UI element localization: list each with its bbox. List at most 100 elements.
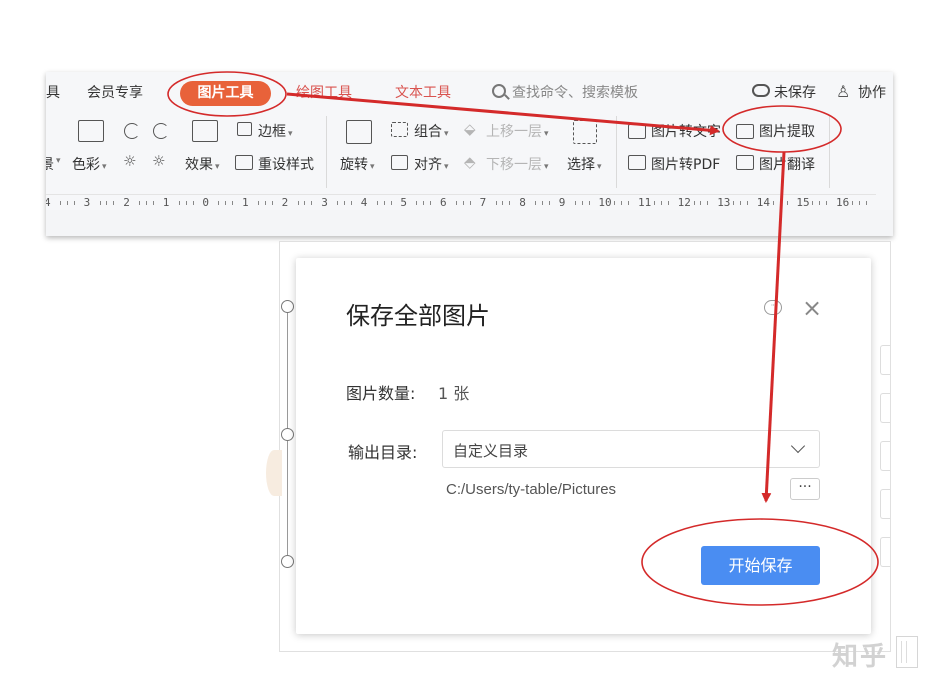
collaborate-button[interactable]: 协作: [858, 82, 886, 102]
close-icon[interactable]: ×: [802, 296, 822, 320]
toolbar-divider: [326, 116, 327, 188]
ruler-tick: [469, 201, 471, 205]
browse-button[interactable]: ···: [790, 478, 820, 500]
rotate-button[interactable]: 旋转 ▾: [340, 154, 375, 174]
ruler-tick: [851, 201, 853, 205]
side-tool-button[interactable]: [880, 345, 890, 375]
image-effects-icon: [192, 120, 218, 142]
rotate-left-icon[interactable]: [124, 123, 140, 139]
search-icon[interactable]: [492, 84, 506, 98]
resize-handle-top[interactable]: [281, 300, 294, 313]
group-button[interactable]: 组合 ▾: [414, 121, 449, 141]
ruler-label: 15: [796, 196, 810, 209]
send-backward-button[interactable]: 下移一层 ▾: [486, 154, 549, 174]
ruler-tick: [581, 201, 583, 205]
ruler-label: 6: [440, 196, 447, 209]
image-count-value: 1 张: [438, 384, 470, 403]
ruler-label: 1: [242, 196, 249, 209]
brightness-down-icon[interactable]: ☼: [152, 152, 165, 170]
ruler-tick: [574, 201, 576, 205]
ruler-label: 4: [46, 196, 51, 209]
rotate-right-icon[interactable]: [153, 123, 169, 139]
image-translate-button[interactable]: 图片翻译: [759, 154, 815, 174]
border-button[interactable]: 边框 ▾: [258, 121, 293, 141]
image-extract-button[interactable]: 图片提取: [759, 121, 815, 141]
side-tool-button[interactable]: [880, 441, 890, 471]
start-save-button[interactable]: 开始保存: [701, 546, 820, 585]
ruler-label: 9: [558, 196, 566, 209]
ribbon-window: 具 会员专享 图片工具 绘图工具 文本工具 查找命令、搜索模板 未保存 ♙ 协作…: [46, 72, 893, 236]
search-input[interactable]: 查找命令、搜索模板: [512, 82, 638, 102]
add-user-icon[interactable]: ♙: [836, 82, 850, 101]
color-button[interactable]: 色彩 ▾: [72, 154, 107, 174]
output-directory-select[interactable]: 自定义目录: [442, 430, 820, 468]
ruler-tick: [865, 201, 867, 205]
cloud-icon[interactable]: [752, 84, 770, 97]
ruler-label: 8: [519, 196, 526, 209]
tab-drawing-tools[interactable]: 绘图工具: [296, 82, 352, 102]
ruler-tick: [535, 201, 537, 205]
ruler-tick: [192, 201, 194, 205]
toolbar-divider: [616, 116, 617, 188]
tab-text-tools[interactable]: 文本工具: [395, 82, 451, 102]
reset-style-button[interactable]: 重设样式: [258, 154, 314, 174]
ruler-tick: [826, 201, 828, 205]
side-tool-button[interactable]: [880, 537, 890, 567]
ruler-tick: [297, 201, 299, 205]
watermark-logo: 知乎: [832, 642, 889, 672]
select-cursor-icon: [573, 120, 597, 144]
unsaved-status[interactable]: 未保存: [774, 82, 816, 102]
side-tool-button[interactable]: [880, 489, 890, 519]
ruler-tick: [225, 201, 227, 205]
ribbon-tools: 景 ▾ 色彩 ▾ ☼ ☼ 效果 ▾ 边框 ▾ 重设样式 旋转 ▾ 组合 ▾ 对齐 ▾ ⬙ 上…: [46, 110, 893, 194]
ruler-tick: [779, 201, 781, 205]
ruler-tick: [667, 201, 669, 205]
align-button[interactable]: 对齐 ▾: [414, 154, 449, 174]
image-to-text-button[interactable]: 图片转文字: [651, 121, 721, 141]
toolbar-divider: [829, 116, 830, 188]
ruler-tick: [152, 201, 154, 205]
dialog-title: 保存全部图片: [346, 302, 490, 330]
ruler-tick: [344, 201, 345, 205]
ruler-tick: [106, 201, 108, 205]
side-tool-button[interactable]: [880, 393, 890, 423]
image-translate-icon: [736, 155, 754, 170]
feedback-icon[interactable]: ···: [764, 300, 782, 315]
effects-button[interactable]: 效果 ▾: [185, 154, 220, 174]
tab-partial[interactable]: 具: [46, 82, 60, 102]
ruler-tick: [350, 201, 352, 205]
chevron-down-icon: ▾: [56, 156, 61, 166]
ruler-tick: [772, 201, 774, 205]
horizontal-ruler[interactable]: 4 3 2 1 0 1 2 3 4 5 6 7 8 9 10 11 12 13 14 15 16: [46, 194, 876, 210]
image-to-text-icon: [628, 124, 646, 139]
ruler-label: 2: [123, 196, 130, 209]
image-color-icon: [78, 120, 104, 142]
tab-picture-tools[interactable]: 图片工具: [180, 81, 271, 106]
brightness-up-icon[interactable]: ☼: [123, 152, 136, 170]
ruler-tick: [858, 201, 860, 205]
tab-member[interactable]: 会员专享: [87, 82, 143, 102]
ruler-tick: [786, 201, 788, 205]
tool-partial[interactable]: 景: [46, 154, 54, 174]
ruler-tick: [707, 201, 709, 205]
ruler-label: 12: [677, 196, 691, 209]
ruler-tick: [653, 201, 655, 205]
resize-handle-bottom[interactable]: [281, 555, 294, 568]
bring-forward-button[interactable]: 上移一层 ▾: [486, 121, 549, 141]
ruler-tick: [376, 201, 378, 205]
ruler-tick: [819, 201, 821, 205]
ruler-tick: [390, 201, 392, 205]
ruler-band: [46, 210, 893, 236]
resize-handle-middle[interactable]: [281, 428, 294, 441]
border-icon: [237, 122, 252, 136]
select-button[interactable]: 选择 ▾: [567, 154, 602, 174]
ruler-tick: [628, 201, 630, 205]
ruler-label: 13: [717, 196, 731, 209]
ruler-tick: [178, 201, 180, 205]
ruler-tick: [495, 201, 497, 205]
ruler-tick: [812, 201, 814, 205]
image-to-pdf-button[interactable]: 图片转PDF: [651, 154, 720, 174]
ruler-tick: [502, 201, 504, 205]
ruler-tick: [746, 201, 748, 205]
ruler-label: 3: [83, 196, 91, 209]
